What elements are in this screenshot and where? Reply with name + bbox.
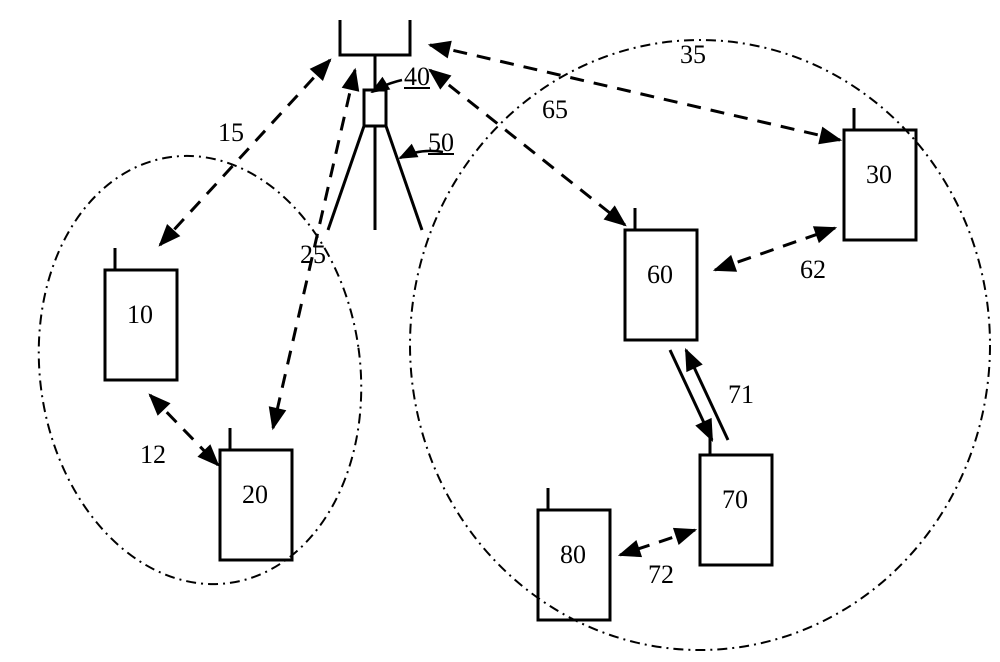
cluster-left-ellipse	[12, 135, 389, 605]
label-link62: 62	[800, 255, 826, 285]
link-15	[160, 60, 330, 245]
label-link35: 35	[680, 40, 706, 70]
label-ue30: 30	[866, 160, 892, 190]
label-40: 40	[404, 62, 430, 92]
link-72	[620, 530, 695, 555]
label-ue60: 60	[647, 260, 673, 290]
label-link65: 65	[542, 95, 568, 125]
label-ue10: 10	[127, 300, 153, 330]
label-link15: 15	[218, 118, 244, 148]
label-link12: 12	[140, 440, 166, 470]
label-ue20: 20	[242, 480, 268, 510]
label-link25: 25	[300, 240, 326, 270]
label-link71: 71	[728, 380, 754, 410]
label-50: 50	[428, 128, 454, 158]
label-link72: 72	[648, 560, 674, 590]
link-35	[430, 45, 840, 140]
label-ue70: 70	[722, 485, 748, 515]
label-ue80: 80	[560, 540, 586, 570]
network-diagram	[0, 0, 1000, 662]
link-65	[430, 70, 625, 225]
